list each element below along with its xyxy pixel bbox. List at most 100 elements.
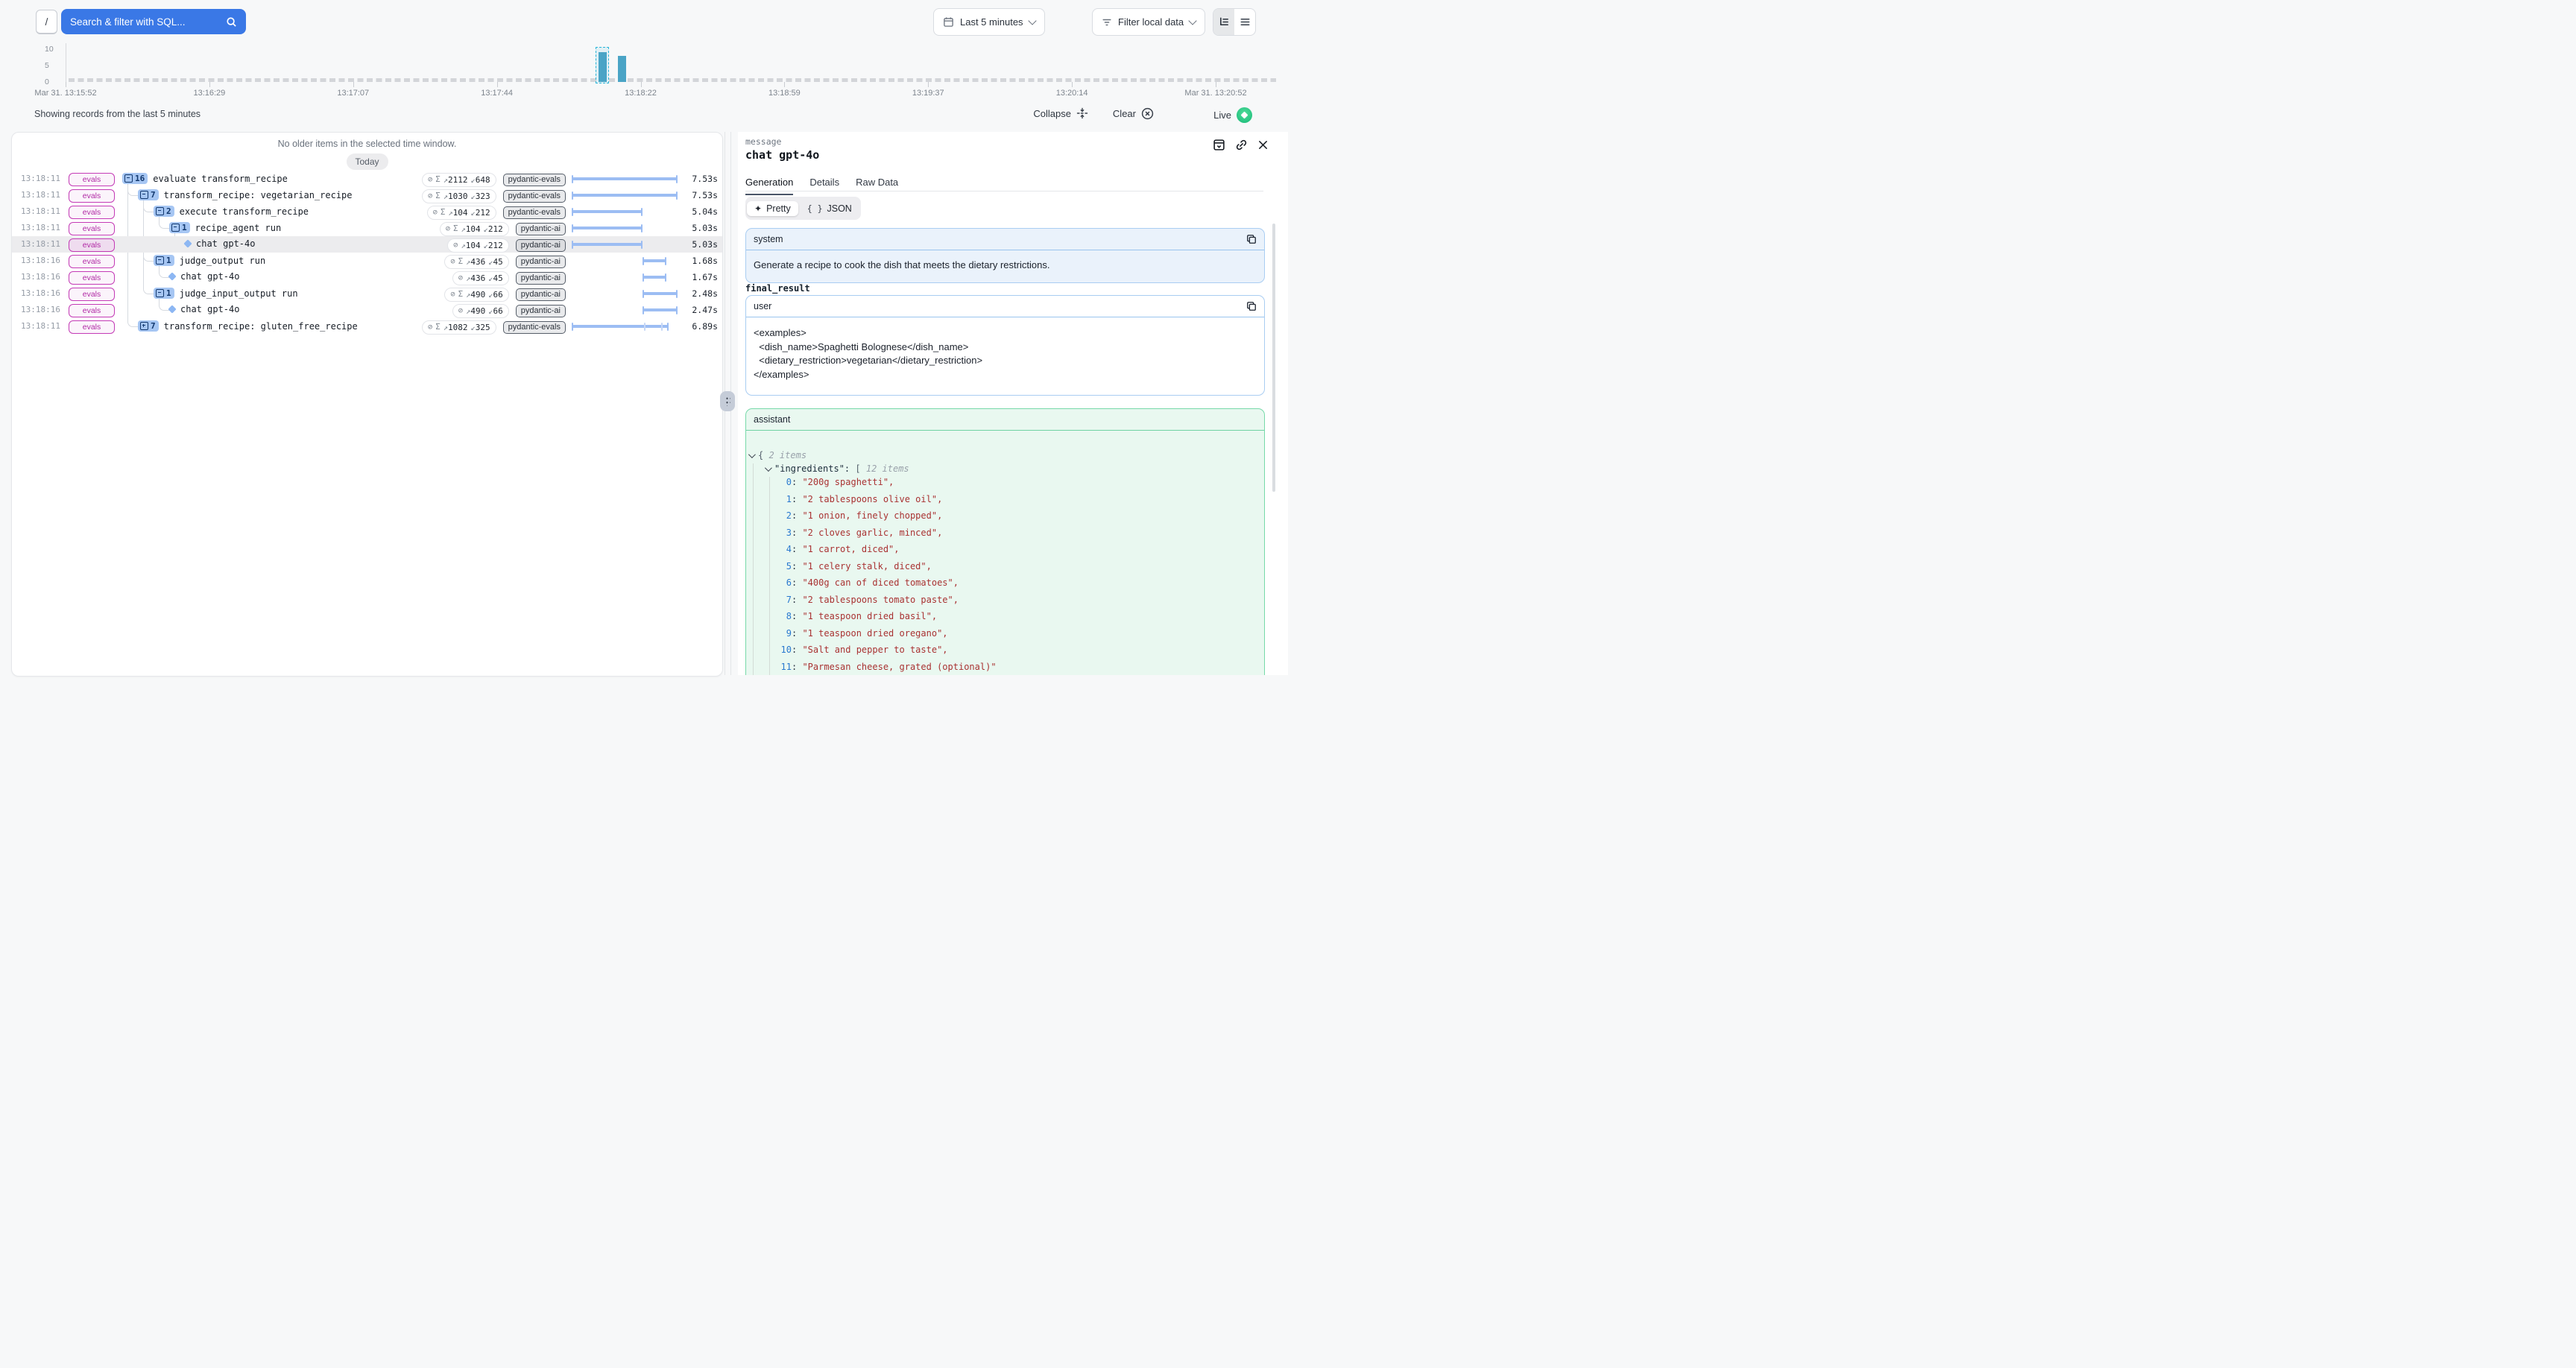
trace-row[interactable]: 13:18:16evalschat gpt-4o⊘↗490↙66pydantic… — [12, 302, 722, 318]
token-usage-badge: ⊘Σ↗1082↙325 — [422, 320, 496, 335]
sum-icon: Σ — [435, 191, 440, 200]
token-usage-badge: ⊘↗436↙45 — [452, 271, 509, 285]
expand-collapse-button[interactable]: 1 — [169, 222, 190, 233]
chart-x-tick-label: 13:19:37 — [912, 89, 944, 98]
token-usage-badge: ⊘Σ↗1030↙323 — [422, 189, 496, 203]
chart-x-tick — [784, 82, 785, 87]
json-array-item: 9: "1 teaspoon dried oregano", — [774, 625, 948, 642]
trace-row[interactable]: 13:18:16evals1judge_input_output run⊘Σ↗4… — [12, 285, 722, 302]
trace-row[interactable]: 13:18:16evals1judge_output run⊘Σ↗436↙45p… — [12, 253, 722, 269]
copy-button[interactable] — [1246, 301, 1257, 311]
trace-row[interactable]: 13:18:11evals1recipe_agent run⊘Σ↗104↙212… — [12, 220, 722, 236]
clear-circle-x-icon — [1141, 107, 1154, 120]
trace-row[interactable]: 13:18:11evals16evaluate transform_recipe… — [12, 171, 722, 187]
json-array-item: 4: "1 carrot, diced", — [774, 541, 900, 558]
project-badge[interactable]: evals — [69, 271, 115, 285]
input-tokens-arrow-icon: ↗ — [443, 192, 448, 201]
chart-y-tick-label: 5 — [45, 61, 63, 70]
duration-bar-start-tick — [572, 208, 573, 216]
chart-x-tick — [1072, 82, 1073, 87]
trace-list-panel: No older items in the selected time wind… — [11, 132, 723, 677]
row-duration: 1.67s — [666, 272, 718, 282]
json-array-item: 5: "1 celery stalk, diced", — [774, 558, 932, 575]
json-array-item: 3: "2 cloves garlic, minced", — [774, 525, 942, 542]
clear-label: Clear — [1113, 108, 1136, 119]
project-badge[interactable]: evals — [69, 320, 115, 334]
duration-bar-end-tick — [641, 241, 643, 249]
span-label: transform_recipe: vegetarian_recipe — [164, 190, 353, 200]
expand-collapse-button[interactable]: 1 — [154, 255, 174, 266]
collapse-icon — [1076, 107, 1088, 119]
chart-bar[interactable] — [599, 52, 607, 82]
row-node: 1recipe_agent run — [169, 222, 281, 233]
panel-scrollbar[interactable] — [1272, 224, 1275, 492]
project-badge[interactable]: evals — [69, 304, 115, 317]
expand-collapse-button[interactable]: 1 — [154, 288, 174, 299]
output-tokens-arrow-icon: ↙ — [488, 291, 493, 300]
pretty-toggle-button[interactable]: ✦ Pretty — [747, 201, 798, 216]
row-timestamp: 13:18:11 — [21, 206, 60, 216]
tokens-icon: ⊘ — [450, 257, 455, 266]
sparkle-icon: ✦ — [754, 203, 762, 214]
expand-collapse-button[interactable]: 7 — [138, 189, 159, 200]
duration-bar-start-tick — [643, 290, 644, 298]
row-node: 16evaluate transform_recipe — [122, 173, 288, 184]
detail-panel: message chat gpt-4o GenerationDetailsRaw… — [738, 132, 1288, 675]
tab-details[interactable]: Details — [809, 177, 839, 195]
duration-bar-start-tick — [643, 273, 644, 282]
tab-raw-data[interactable]: Raw Data — [856, 177, 898, 195]
project-badge[interactable]: evals — [69, 255, 115, 268]
row-timestamp: 13:18:16 — [21, 288, 60, 298]
token-usage-badge: ⊘↗490↙66 — [452, 304, 509, 318]
user-role-label: user — [754, 301, 771, 311]
copy-button[interactable] — [1246, 234, 1257, 244]
sum-icon: Σ — [458, 290, 463, 299]
row-node: 7 transform_recipe: vegetarian_recipe — [138, 189, 353, 200]
json-toggle-button[interactable]: { } JSON — [800, 201, 859, 216]
token-usage-badge: ⊘Σ↗490↙66 — [444, 288, 508, 302]
trace-row[interactable]: 13:18:11evalschat gpt-4o⊘↗104↙212pydanti… — [12, 236, 722, 253]
chart-x-tick — [209, 82, 210, 87]
live-toggle[interactable]: Live — [1213, 107, 1252, 123]
project-badge[interactable]: evals — [69, 288, 115, 301]
project-badge[interactable]: evals — [69, 238, 115, 252]
dock-panel-icon[interactable] — [1213, 139, 1225, 151]
trace-row[interactable]: 13:18:11evals7transform_recipe: vegetari… — [12, 187, 722, 203]
expand-collapse-button[interactable]: 7 — [138, 320, 159, 332]
trace-row[interactable]: 13:18:16evalschat gpt-4o⊘↗436↙45pydantic… — [12, 269, 722, 285]
span-label: judge_output run — [180, 256, 266, 266]
date-pill: Today — [346, 153, 388, 170]
input-tokens-arrow-icon: ↗ — [466, 258, 470, 267]
row-timestamp: 13:18:16 — [21, 272, 60, 282]
panel-resize-handle[interactable] — [720, 391, 735, 411]
json-array-item: 11: "Parmesan cheese, grated (optional)" — [774, 659, 997, 676]
project-badge[interactable]: evals — [69, 206, 115, 219]
link-icon[interactable] — [1235, 139, 1248, 151]
duration-bar — [643, 276, 666, 279]
project-badge[interactable]: evals — [69, 189, 115, 203]
clear-button[interactable]: Clear — [1113, 107, 1154, 120]
chevron-down-icon — [765, 464, 772, 472]
project-badge[interactable]: evals — [69, 222, 115, 235]
collapse-minus-icon — [171, 224, 180, 232]
token-usage-badge: ⊘↗104↙212 — [447, 238, 509, 253]
span-diamond-icon — [183, 239, 192, 247]
project-badge[interactable]: evals — [69, 173, 115, 186]
tab-generation[interactable]: Generation — [745, 177, 793, 195]
close-icon[interactable] — [1257, 139, 1269, 151]
expand-collapse-button[interactable]: 16 — [122, 173, 148, 184]
trace-row[interactable]: 13:18:11evals2execute transform_recipe⊘Σ… — [12, 203, 722, 220]
chart-y-tick-label: 10 — [45, 45, 63, 54]
system-message-content: Generate a recipe to cook the dish that … — [746, 250, 1264, 279]
system-message-card: system Generate a recipe to cook the dis… — [745, 228, 1265, 283]
chart-bar[interactable] — [618, 56, 626, 82]
format-toggle: ✦ Pretty { } JSON — [745, 197, 861, 220]
copy-icon — [1246, 301, 1257, 311]
token-usage-badge: ⊘Σ↗104↙212 — [440, 222, 509, 236]
json-array-item: 1: "2 tablespoons olive oil", — [774, 491, 942, 508]
collapse-button[interactable]: Collapse — [1033, 107, 1088, 119]
expand-collapse-button[interactable]: 2 — [154, 206, 174, 217]
duration-bar-start-tick — [643, 257, 644, 265]
output-tokens-arrow-icon: ↙ — [470, 323, 475, 332]
trace-row[interactable]: 13:18:11evals7transform_recipe: gluten_f… — [12, 318, 722, 335]
